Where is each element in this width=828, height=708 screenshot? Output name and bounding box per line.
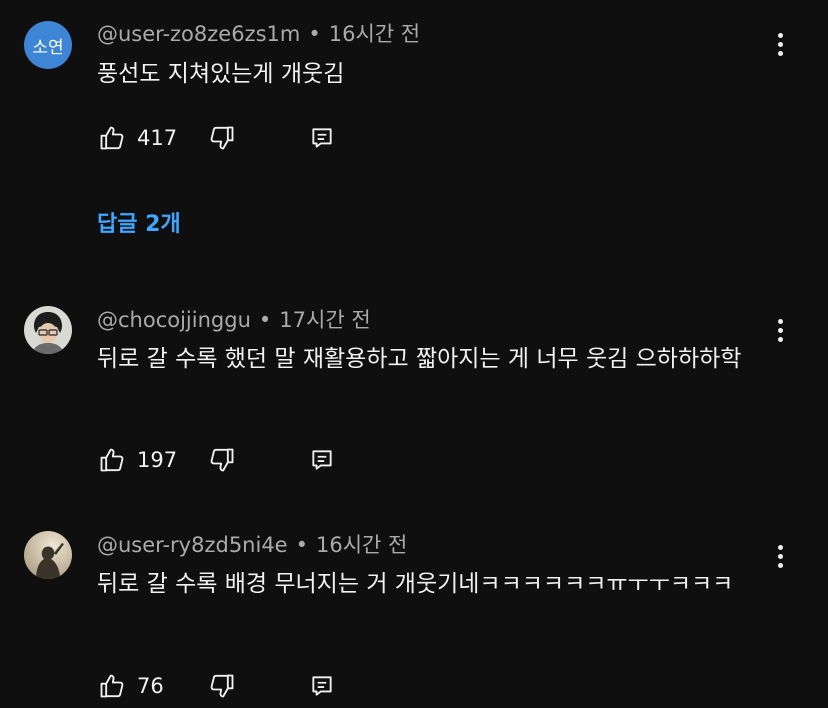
- like-button[interactable]: 197: [97, 446, 207, 474]
- thumbs-down-icon: [210, 674, 234, 698]
- like-button[interactable]: 76: [97, 672, 207, 700]
- comment-time[interactable]: 17시간 전: [279, 308, 370, 332]
- comment-text: 풍선도 지쳐있는게 개웃김: [97, 61, 345, 87]
- thumbs-up-icon: [100, 674, 124, 698]
- reply-icon: [312, 676, 332, 696]
- comment-author[interactable]: @user-zo8ze6zs1m: [97, 22, 300, 46]
- reply-icon: [312, 128, 332, 148]
- comment-actions: 197: [97, 445, 335, 475]
- like-count: 197: [137, 448, 178, 472]
- comment-time[interactable]: 16시간 전: [329, 22, 420, 46]
- like-count: 76: [137, 674, 164, 698]
- separator-dot: •: [308, 22, 321, 46]
- more-vertical-icon-dot: [777, 553, 783, 559]
- avatar[interactable]: 소연: [24, 21, 72, 69]
- comment-actions: 76: [97, 671, 335, 701]
- more-vertical-icon-dot: [777, 50, 783, 56]
- separator-dot: •: [295, 533, 308, 557]
- thumbs-down-icon: [210, 126, 234, 150]
- comment-header: @user-ry8zd5ni4e • 16시간 전: [97, 532, 407, 558]
- thumbs-down-icon: [210, 448, 234, 472]
- dislike-button[interactable]: [207, 672, 237, 700]
- view-replies-button[interactable]: 답글 2개: [97, 206, 181, 238]
- comment-actions: 417: [97, 123, 335, 153]
- dislike-button[interactable]: [207, 124, 237, 152]
- dislike-button[interactable]: [207, 446, 237, 474]
- avatar[interactable]: [24, 531, 72, 579]
- more-vertical-icon-dot: [777, 327, 783, 333]
- avatar-initials: 소연: [32, 37, 64, 58]
- thumbs-up-icon: [100, 448, 124, 472]
- comments-section: 소연 @user-zo8ze6zs1m • 16시간 전 풍선도 지쳐있는게 개웃김…: [0, 0, 828, 708]
- more-vertical-icon: [777, 544, 783, 550]
- more-vertical-icon: [777, 32, 783, 38]
- comment-author[interactable]: @chocojjinggu: [97, 308, 251, 332]
- like-button[interactable]: 417: [97, 124, 207, 152]
- more-vertical-icon-dot: [777, 336, 783, 342]
- like-count: 417: [137, 126, 178, 150]
- comment-time[interactable]: 16시간 전: [316, 533, 407, 557]
- thumbs-up-icon: [100, 126, 124, 150]
- comment-header: @chocojjinggu • 17시간 전: [97, 307, 371, 333]
- reply-button[interactable]: [309, 673, 335, 699]
- reply-icon: [312, 450, 332, 470]
- reply-button[interactable]: [309, 125, 335, 151]
- comment-text: 뒤로 갈 수록 배경 무너지는 거 개웃기네ㅋㅋㅋㅋㅋㅋㅠㅜㅜㅋㅋㅋ: [97, 571, 734, 597]
- separator-dot: •: [258, 308, 272, 332]
- more-vertical-icon-dot: [777, 41, 783, 47]
- more-vertical-icon: [777, 318, 783, 324]
- reply-button[interactable]: [309, 447, 335, 473]
- comment-text: 뒤로 갈 수록 했던 말 재활용하고 짧아지는 게 너무 웃김 으하하하학: [97, 346, 742, 372]
- more-vertical-icon-dot: [777, 562, 783, 568]
- comment-author[interactable]: @user-ry8zd5ni4e: [97, 533, 288, 557]
- avatar-image: [24, 306, 72, 354]
- comment-header: @user-zo8ze6zs1m • 16시간 전: [97, 21, 420, 47]
- avatar-image: [24, 531, 72, 579]
- avatar[interactable]: [24, 306, 72, 354]
